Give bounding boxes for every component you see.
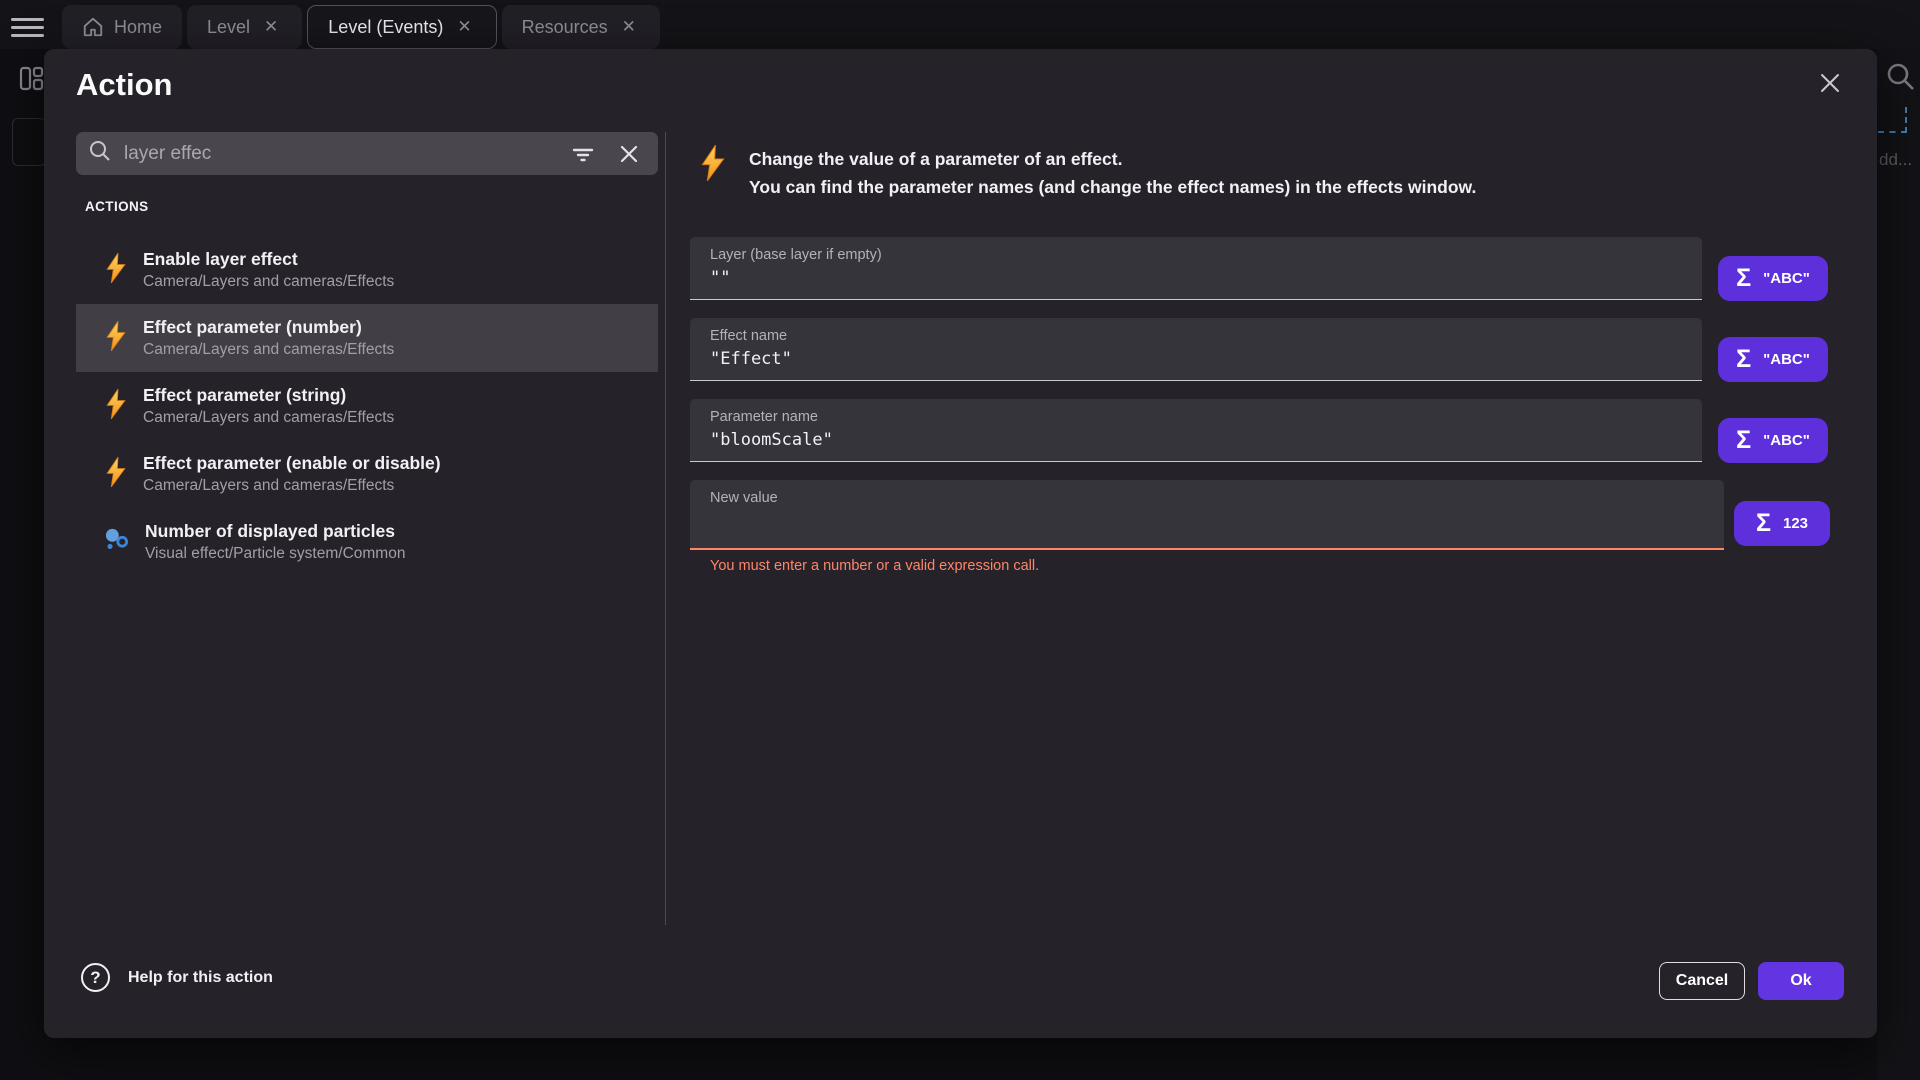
close-icon[interactable]: ✕ xyxy=(260,15,282,39)
filter-icon[interactable] xyxy=(566,137,600,171)
field-value: "" xyxy=(710,268,1702,288)
particles-icon xyxy=(104,526,130,559)
layer-expression-button[interactable]: Σ "ABC" xyxy=(1718,256,1828,301)
new-value-field[interactable]: New value xyxy=(690,480,1724,550)
item-title: Effect parameter (number) xyxy=(143,317,394,338)
actions-section-header: ACTIONS xyxy=(85,199,149,214)
hamburger-menu-icon[interactable] xyxy=(11,13,44,37)
item-path: Camera/Layers and cameras/Effects xyxy=(143,273,394,291)
lightning-icon xyxy=(104,253,128,288)
lightning-icon xyxy=(104,457,128,492)
item-path: Visual effect/Particle system/Common xyxy=(145,545,405,563)
action-dialog: Action ACTIONS xyxy=(44,49,1877,1038)
close-icon[interactable]: ✕ xyxy=(453,15,475,39)
help-link[interactable]: ? Help for this action xyxy=(81,963,273,992)
list-item-enable-layer-effect[interactable]: Enable layer effect Camera/Layers and ca… xyxy=(76,236,658,304)
list-item-effect-parameter-string[interactable]: Effect parameter (string) Camera/Layers … xyxy=(76,372,658,440)
action-list: Enable layer effect Camera/Layers and ca… xyxy=(76,236,658,576)
item-path: Camera/Layers and cameras/Effects xyxy=(143,477,441,495)
tab-level-events[interactable]: Level (Events) ✕ xyxy=(307,5,496,49)
dialog-close-button[interactable] xyxy=(1808,61,1852,105)
background-right-panel xyxy=(1877,49,1920,1080)
item-title: Effect parameter (string) xyxy=(143,385,394,406)
tab-label: Level (Events) xyxy=(328,17,443,38)
tab-label: Resources xyxy=(522,17,608,38)
field-value: "Effect" xyxy=(710,349,1702,369)
layer-field[interactable]: Layer (base layer if empty) "" xyxy=(690,237,1702,300)
tab-resources[interactable]: Resources ✕ xyxy=(502,5,660,49)
item-path: Camera/Layers and cameras/Effects xyxy=(143,409,394,427)
dialog-title: Action xyxy=(76,67,172,103)
field-label: Layer (base layer if empty) xyxy=(710,247,1702,263)
panels-layout-icon[interactable] xyxy=(19,66,44,96)
lightning-icon xyxy=(700,145,726,201)
list-item-effect-parameter-number[interactable]: Effect parameter (number) Camera/Layers … xyxy=(76,304,658,372)
home-icon xyxy=(82,16,104,38)
sigma-icon: Σ xyxy=(1736,345,1751,374)
lightning-icon xyxy=(104,321,128,356)
tab-bar: Home Level ✕ Level (Events) ✕ Resources … xyxy=(62,5,660,49)
help-icon: ? xyxy=(81,963,110,992)
search-icon xyxy=(88,139,112,168)
sigma-icon: Σ xyxy=(1736,426,1751,455)
item-title: Effect parameter (enable or disable) xyxy=(143,453,441,474)
top-bar: Home Level ✕ Level (Events) ✕ Resources … xyxy=(0,0,1920,49)
item-title: Number of displayed particles xyxy=(145,521,405,542)
tab-home[interactable]: Home xyxy=(62,5,182,49)
effect-name-field[interactable]: Effect name "Effect" xyxy=(690,318,1702,381)
list-item-number-of-displayed-particles[interactable]: Number of displayed particles Visual eff… xyxy=(76,508,658,576)
parameter-name-field[interactable]: Parameter name "bloomScale" xyxy=(690,399,1702,462)
tab-level[interactable]: Level ✕ xyxy=(187,5,302,49)
tab-label: Level xyxy=(207,17,250,38)
clear-search-icon[interactable] xyxy=(612,137,646,171)
list-item-effect-parameter-enable-disable[interactable]: Effect parameter (enable or disable) Cam… xyxy=(76,440,658,508)
sigma-icon: Σ xyxy=(1756,509,1771,538)
close-icon[interactable]: ✕ xyxy=(618,15,640,39)
description-line-2: You can find the parameter names (and ch… xyxy=(749,173,1476,201)
selection-dashed-line xyxy=(1905,107,1907,133)
tab-label: Home xyxy=(114,17,162,38)
sigma-icon: Σ xyxy=(1736,264,1751,293)
panel-divider xyxy=(665,132,666,925)
item-title: Enable layer effect xyxy=(143,249,394,270)
search-input[interactable] xyxy=(124,143,554,165)
action-description: Change the value of a parameter of an ef… xyxy=(700,145,1476,201)
ok-button[interactable]: Ok xyxy=(1758,962,1844,1000)
field-label: Effect name xyxy=(710,328,1702,344)
cancel-button[interactable]: Cancel xyxy=(1659,962,1745,1000)
validation-error-message: You must enter a number or a valid expre… xyxy=(710,558,1039,574)
truncated-background-text: dd... xyxy=(1879,150,1912,170)
field-value: "bloomScale" xyxy=(710,430,1702,450)
field-label: Parameter name xyxy=(710,409,1702,425)
effect-name-expression-button[interactable]: Σ "ABC" xyxy=(1718,337,1828,382)
search-icon[interactable] xyxy=(1884,60,1917,98)
selection-dashed-line xyxy=(1878,131,1907,133)
background-button-partial xyxy=(12,118,46,166)
lightning-icon xyxy=(104,389,128,424)
field-label: New value xyxy=(710,490,1724,506)
item-path: Camera/Layers and cameras/Effects xyxy=(143,341,394,359)
new-value-expression-button[interactable]: Σ 123 xyxy=(1734,501,1830,546)
description-line-1: Change the value of a parameter of an ef… xyxy=(749,145,1476,173)
action-search-box xyxy=(76,132,658,175)
parameter-name-expression-button[interactable]: Σ "ABC" xyxy=(1718,418,1828,463)
